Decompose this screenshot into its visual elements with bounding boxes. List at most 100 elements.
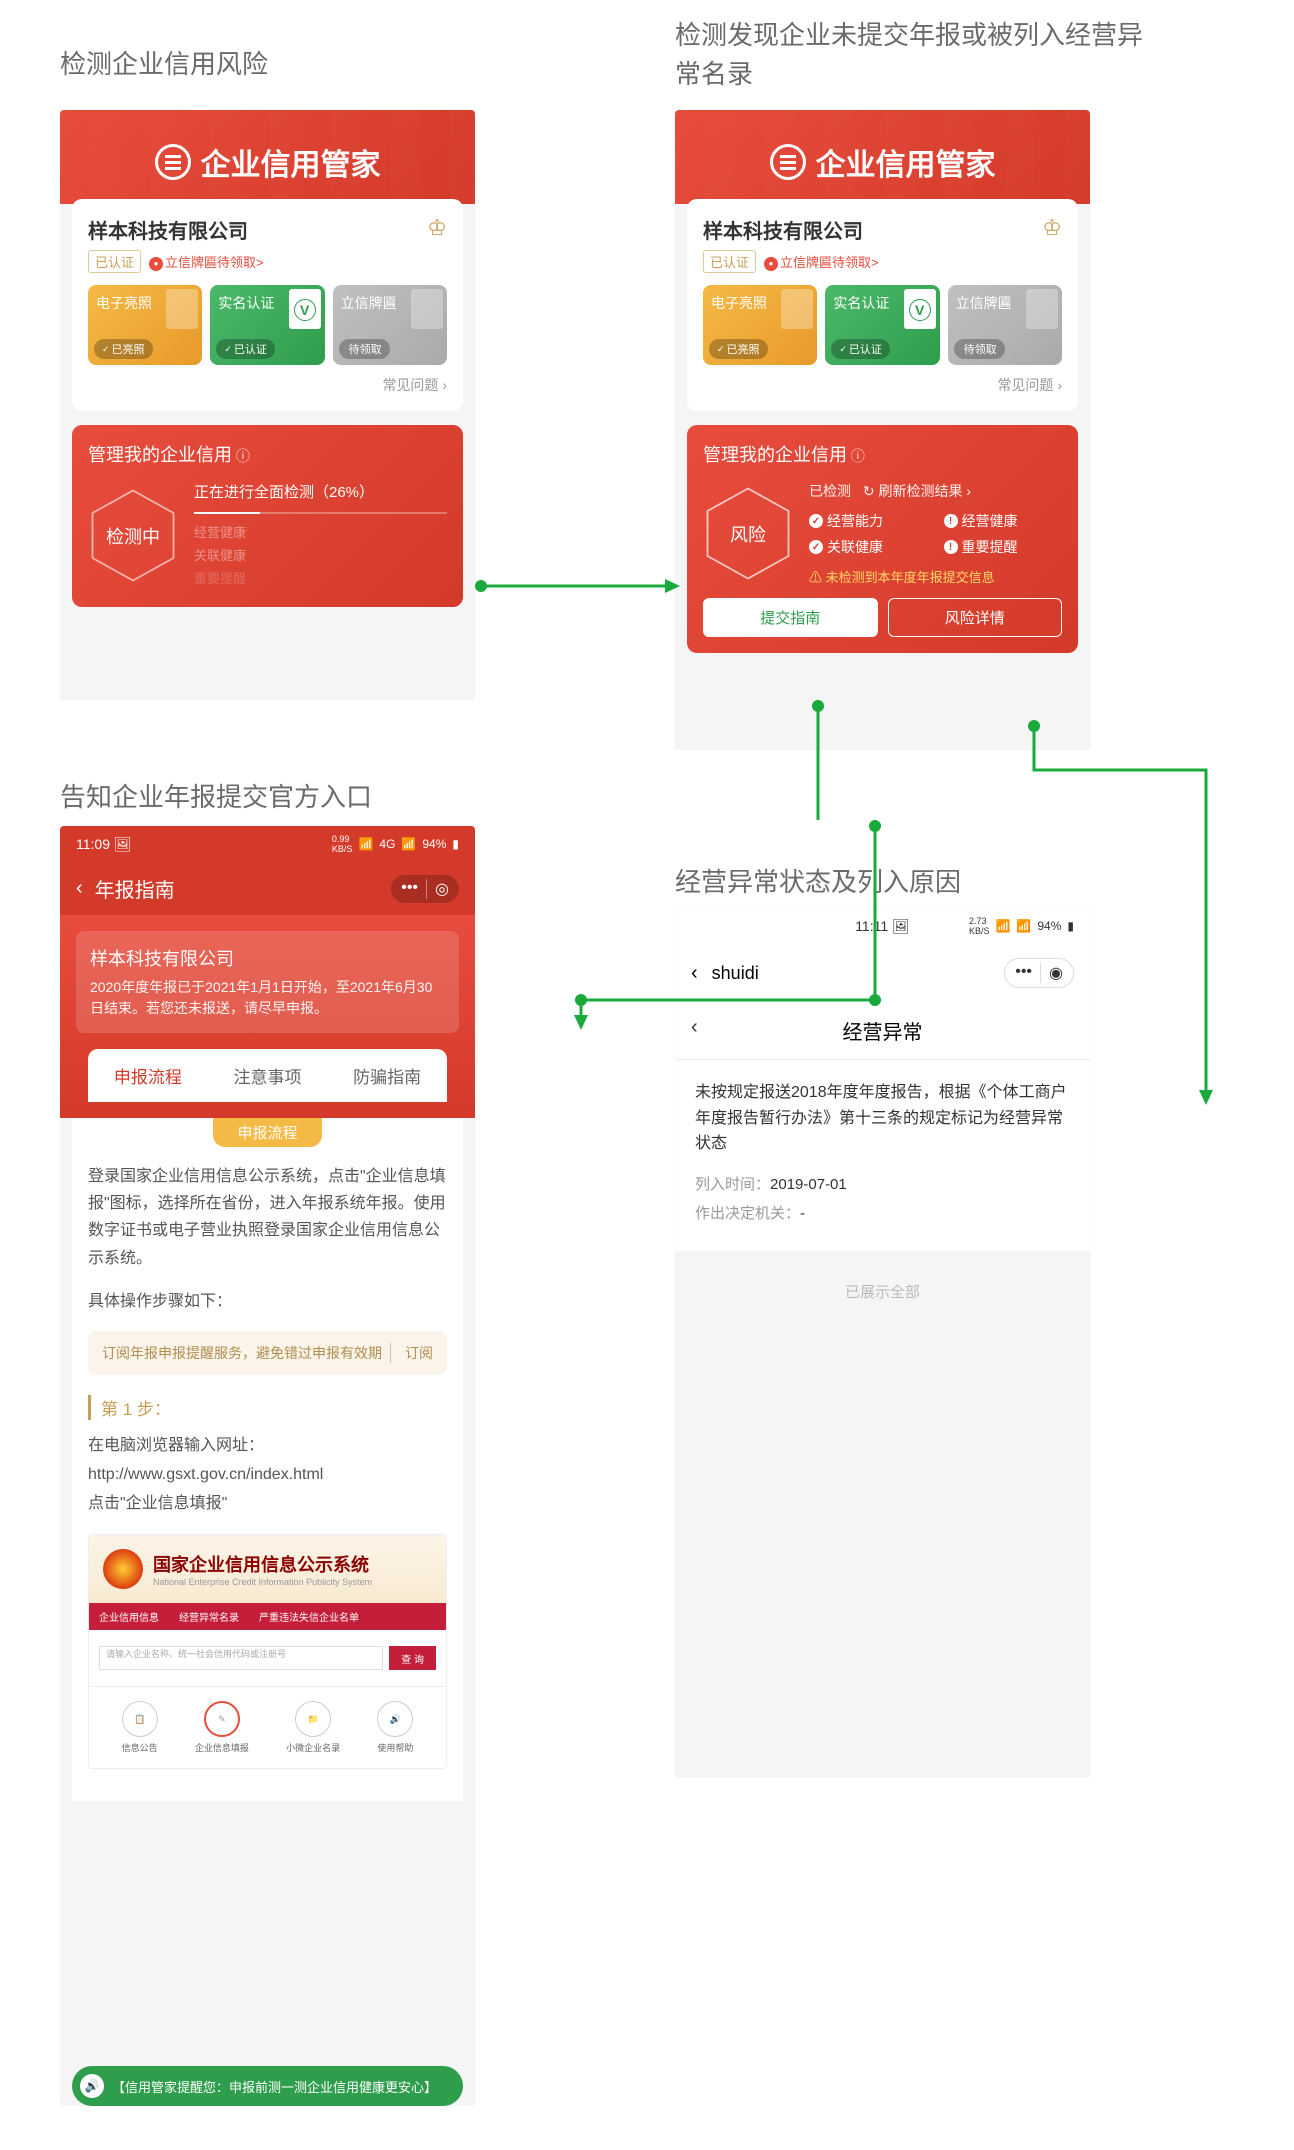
- page-header: ‹ 经营异常: [675, 1002, 1090, 1059]
- nav-header: ‹ 年报指南 ••• ◎: [60, 862, 475, 915]
- guide-company-name: 样本科技有限公司: [90, 945, 445, 971]
- logo-icon: [770, 144, 806, 180]
- dim-item: 关联健康: [194, 545, 447, 564]
- tile-eliangzhao[interactable]: 电子亮照已亮照: [88, 285, 202, 365]
- gsxt-search-input: 请输入企业名称、统一社会信用代码或注册号: [99, 1646, 383, 1670]
- faq-link[interactable]: 常见问题: [703, 375, 1062, 395]
- arrow-1-to-2: [475, 576, 685, 601]
- faq-link[interactable]: 常见问题: [88, 375, 447, 395]
- manage-panel-scanning: 管理我的企业信用 检测中 正在进行全面检测（26%） 经营健康 关联健康 重要提…: [72, 425, 463, 607]
- verified-badge: 已认证: [88, 250, 141, 273]
- tab-process[interactable]: 申报流程: [88, 1049, 208, 1102]
- plaque-pending-link[interactable]: 立信牌匾待领取>: [764, 252, 879, 271]
- tile-status: 待领取: [339, 339, 390, 359]
- tab-notes[interactable]: 注意事项: [208, 1049, 328, 1102]
- gsxt-nav: 企业信用信息 经营异常名录 严重违法失信企业名单: [89, 1603, 446, 1630]
- gsxt-nav-item: 严重违法失信企业名单: [259, 1609, 359, 1624]
- guide-company-card: 样本科技有限公司 2020年度年报已于2021年1月1日开始，至2021年6月3…: [76, 931, 459, 1033]
- app-header: 企业信用管家: [675, 110, 1090, 204]
- list-end: 已展示全部: [675, 1251, 1090, 1332]
- more-icon[interactable]: •••: [1015, 963, 1032, 983]
- manage-title: 管理我的企业信用: [88, 441, 447, 467]
- tip-bar[interactable]: 【信用管家提醒您：申报前测一测企业信用健康更安心】: [72, 2066, 463, 2106]
- guide-tabs: 申报流程 注意事项 防骗指南: [88, 1049, 447, 1102]
- dim-item: 经营健康: [194, 522, 447, 541]
- plaque-pending-link[interactable]: 立信牌匾待领取>: [149, 252, 264, 271]
- risk-info: 已检测 ↻ 刷新检测结果 › 经营能力 经营健康 关联健康 重要提醒 未检测到本…: [809, 481, 1062, 586]
- check-item: 关联健康: [809, 537, 928, 557]
- gsxt-icon-sme: 📁小微企业名录: [286, 1701, 340, 1754]
- tile-eliangzhao[interactable]: 电子亮照已亮照: [703, 285, 817, 365]
- hexagon-label: 检测中: [106, 523, 160, 549]
- tab-antifraud[interactable]: 防骗指南: [327, 1049, 447, 1102]
- close-icon[interactable]: ◉: [1049, 963, 1063, 983]
- action-buttons: 提交指南 风险详情: [703, 598, 1062, 637]
- back-button[interactable]: ‹: [76, 877, 83, 900]
- status-icons: 2.73KB/S 📶📶 94%▮: [946, 916, 1074, 936]
- close-icon[interactable]: ◎: [435, 879, 449, 899]
- progress-label: 正在进行全面检测（26%）: [194, 481, 447, 502]
- guide-content: 申报流程 登录国家企业信用信息公示系统，点击"企业信息填报"图标，选择所在省份，…: [72, 1118, 463, 1801]
- caption-s2: 检测发现企业未提交年报或被列入经营异常名录: [675, 16, 1155, 94]
- status-bar: 11:11 🖼 2.73KB/S 📶📶 94%▮: [675, 908, 1090, 944]
- abnormal-content: 未按规定报送2018年度年度报告，根据《个体工商户年度报告暂行办法》第十三条的规…: [675, 1060, 1090, 1251]
- guide-text-sub: 具体操作步骤如下：: [72, 1288, 463, 1331]
- app-title: 企业信用管家: [816, 140, 996, 184]
- caption-s1: 检测企业信用风险: [60, 44, 268, 81]
- check-item: 重要提醒: [944, 537, 1063, 557]
- risk-detail-button[interactable]: 风险详情: [888, 598, 1063, 637]
- step-1: 第 1 步： 在电脑浏览器输入网址： http://www.gsxt.gov.c…: [88, 1395, 447, 1518]
- guide-text: 登录国家企业信用信息公示系统，点击"企业信息填报"图标，选择所在省份，进入年报系…: [72, 1147, 463, 1288]
- tile-status: 已认证: [831, 339, 890, 359]
- subscribe-bar[interactable]: 订阅年报申报提醒服务，避免错过申报有效期 订阅: [88, 1331, 447, 1375]
- hexagon-label: 风险: [730, 521, 766, 547]
- app-logo: 企业信用管家: [155, 140, 381, 184]
- back-button[interactable]: ‹: [691, 962, 698, 985]
- screen-4-abnormal: 11:11 🖼 2.73KB/S 📶📶 94%▮ ‹ shuidi ••• ◉ …: [675, 908, 1090, 1778]
- tile-lixin[interactable]: 立信牌匾待领取: [333, 285, 447, 365]
- subscribe-text: 订阅年报申报提醒服务，避免错过申报有效期: [102, 1343, 382, 1363]
- miniapp-nav: ‹ shuidi ••• ◉: [675, 944, 1090, 1002]
- submit-guide-button[interactable]: 提交指南: [703, 598, 878, 637]
- dim-item: 重要提醒: [194, 568, 447, 587]
- caption-s3: 告知企业年报提交官方入口: [60, 777, 372, 814]
- manage-panel-risk: 管理我的企业信用 风险 已检测 ↻ 刷新检测结果 › 经营能力 经营健康 关联健…: [687, 425, 1078, 653]
- back-button[interactable]: ‹: [691, 1016, 698, 1039]
- national-emblem-icon: [103, 1549, 143, 1589]
- gsxt-url[interactable]: http://www.gsxt.gov.cn/index.html: [88, 1466, 323, 1483]
- progress-bar: [194, 512, 447, 514]
- gsxt-nav-item: 企业信用信息: [99, 1609, 159, 1624]
- profile-icon[interactable]: ♔: [427, 215, 447, 241]
- gsxt-icon-help: 🔊使用帮助: [377, 1701, 413, 1754]
- gsxt-icons: 📋信息公告 ✎企业信息填报 📁小微企业名录 🔊使用帮助: [89, 1686, 446, 1768]
- status-icons: 0.99KB/S 📶4G📶 94%▮: [332, 834, 459, 854]
- section-label: 申报流程: [213, 1118, 321, 1147]
- step-text: 在电脑浏览器输入网址： http://www.gsxt.gov.cn/index…: [88, 1432, 447, 1518]
- company-card: 样本科技有限公司 ♔ 已认证 立信牌匾待领取> 电子亮照已亮照 实名认证已认证 …: [72, 199, 463, 411]
- credit-tiles: 电子亮照已亮照 实名认证已认证 立信牌匾待领取: [88, 285, 447, 365]
- badges-row: 已认证 立信牌匾待领取>: [88, 250, 447, 273]
- refresh-button[interactable]: 刷新检测结果 ›: [879, 483, 972, 499]
- miniapp-menu[interactable]: ••• ◎: [391, 875, 459, 903]
- gsxt-search-button: 查 询: [389, 1646, 436, 1670]
- gsxt-screenshot: 国家企业信用信息公示系统 National Enterprise Credit …: [88, 1534, 447, 1769]
- abnormal-desc: 未按规定报送2018年度年度报告，根据《个体工商户年度报告暂行办法》第十三条的规…: [695, 1080, 1070, 1157]
- gsxt-title: 国家企业信用信息公示系统: [153, 1551, 372, 1577]
- scanning-info: 正在进行全面检测（26%） 经营健康 关联健康 重要提醒: [194, 481, 447, 591]
- warning-message: 未检测到本年度年报提交信息: [809, 567, 1062, 586]
- tile-status: 已亮照: [709, 339, 768, 359]
- tile-status: 待领取: [954, 339, 1005, 359]
- tile-shiming[interactable]: 实名认证已认证: [210, 285, 324, 365]
- tile-lixin[interactable]: 立信牌匾待领取: [948, 285, 1062, 365]
- screen-2-risk: 企业信用管家 样本科技有限公司 ♔ 已认证 立信牌匾待领取> 电子亮照已亮照 实…: [675, 110, 1090, 750]
- screen-1-scanning: 企业信用管家 样本科技有限公司 ♔ 已认证 立信牌匾待领取> 电子亮照已亮照 实…: [60, 110, 475, 700]
- app-logo: 企业信用管家: [770, 140, 996, 184]
- gsxt-nav-item: 经营异常名录: [179, 1609, 239, 1624]
- profile-icon[interactable]: ♔: [1042, 215, 1062, 241]
- miniapp-menu[interactable]: ••• ◉: [1004, 958, 1074, 988]
- more-icon[interactable]: •••: [401, 879, 418, 899]
- tile-shiming[interactable]: 实名认证已认证: [825, 285, 939, 365]
- hexagon-scanning: 检测中: [88, 486, 178, 586]
- check-grid: 经营能力 经营健康 关联健康 重要提醒: [809, 511, 1062, 557]
- subscribe-button[interactable]: 订阅: [390, 1343, 433, 1363]
